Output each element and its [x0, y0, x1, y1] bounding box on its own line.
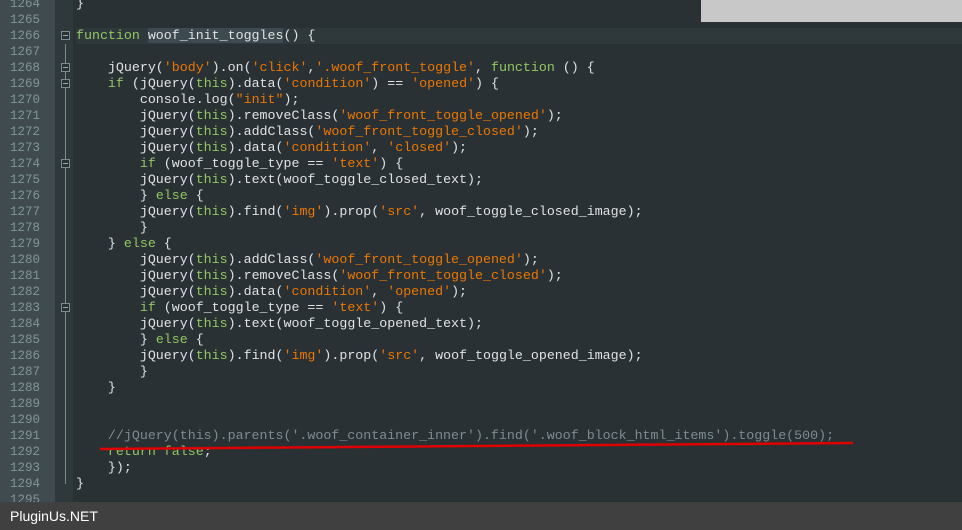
underline-stroke — [99, 441, 854, 451]
red-underline-annotation — [99, 441, 854, 451]
footer-brand: PluginUs.NET — [0, 502, 962, 530]
